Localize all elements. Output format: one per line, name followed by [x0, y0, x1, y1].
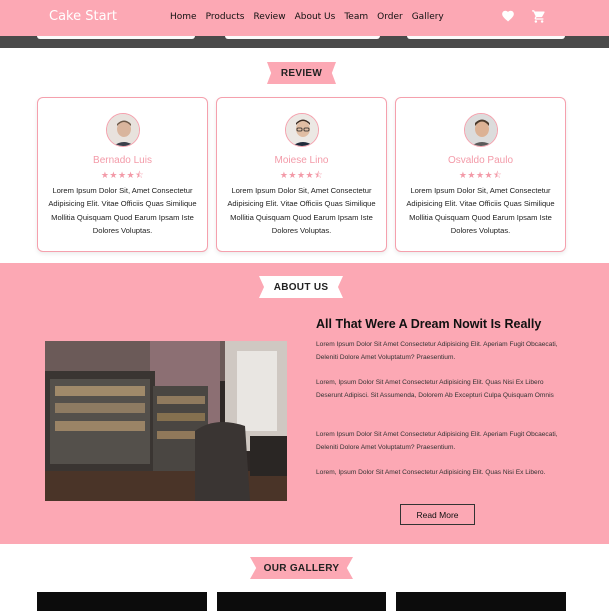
- nav-link-products[interactable]: Products: [206, 12, 245, 22]
- card-bottom-edge: [225, 36, 380, 39]
- about-section-title: ABOUT US: [259, 276, 343, 298]
- nav-link-home[interactable]: Home: [170, 12, 197, 22]
- reviewer-name: Bernado Luis: [93, 155, 152, 166]
- review-text: Lorem Ipsum Dolor Sit, Amet Consectetur …: [227, 186, 376, 235]
- nav-link-review[interactable]: Review: [253, 12, 285, 22]
- about-paragraph: Lorem Ipsum Dolor Sit Amet Consectetur A…: [316, 431, 558, 452]
- gallery-image[interactable]: [37, 592, 207, 611]
- card-bottom-edge: [37, 36, 195, 39]
- bakery-interior-image: [45, 341, 287, 501]
- rating-stars: ★★★★⯪: [100, 170, 145, 180]
- navbar: Cake Start Home Products Review About Us…: [0, 0, 609, 36]
- gallery-image[interactable]: [396, 592, 566, 611]
- nav-link-about-us[interactable]: About Us: [295, 12, 336, 22]
- read-more-button[interactable]: Read More: [400, 504, 475, 525]
- nav-link-team[interactable]: Team: [344, 12, 368, 22]
- cart-icon[interactable]: [531, 9, 547, 24]
- nav-link-gallery[interactable]: Gallery: [412, 12, 444, 22]
- nav-icons: [501, 9, 547, 24]
- review-text: Lorem Ipsum Dolor Sit, Amet Consectetur …: [406, 186, 555, 235]
- card-bottom-edge: [407, 36, 565, 39]
- rating-stars: ★★★★⯪: [279, 170, 324, 180]
- reviewer-avatar: [285, 113, 319, 147]
- review-card: Osvaldo Paulo ★★★★⯪ Lorem Ipsum Dolor Si…: [395, 97, 566, 252]
- rating-stars: ★★★★⯪: [458, 170, 503, 180]
- reviewer-avatar: [106, 113, 140, 147]
- about-paragraph: Lorem, Ipsum Dolor Sit Amet Consectetur …: [316, 379, 554, 400]
- reviewer-avatar: [464, 113, 498, 147]
- reviewer-name: Osvaldo Paulo: [447, 155, 514, 166]
- gallery-section-title: OUR GALLERY: [250, 557, 353, 579]
- review-text: Lorem Ipsum Dolor Sit, Amet Consectetur …: [48, 186, 197, 235]
- heart-icon[interactable]: [501, 9, 515, 24]
- brand-logo[interactable]: Cake Start: [49, 9, 117, 24]
- review-card: Moiese Lino ★★★★⯪ Lorem Ipsum Dolor Sit,…: [216, 97, 387, 252]
- about-heading: All That Were A Dream Nowit Is Really: [316, 317, 542, 331]
- review-card: Bernado Luis ★★★★⯪ Lorem Ipsum Dolor Sit…: [37, 97, 208, 252]
- about-paragraph: Lorem, Ipsum Dolor Sit Amet Consectetur …: [316, 469, 546, 476]
- reviewer-name: Moiese Lino: [274, 155, 329, 166]
- review-section-title: REVIEW: [267, 62, 336, 84]
- nav-link-order[interactable]: Order: [377, 12, 403, 22]
- gallery-image[interactable]: [217, 592, 386, 611]
- nav-links: Home Products Review About Us Team Order…: [170, 12, 453, 22]
- previous-section-band: [0, 36, 609, 48]
- about-paragraph: Lorem Ipsum Dolor Sit Amet Consectetur A…: [316, 341, 558, 362]
